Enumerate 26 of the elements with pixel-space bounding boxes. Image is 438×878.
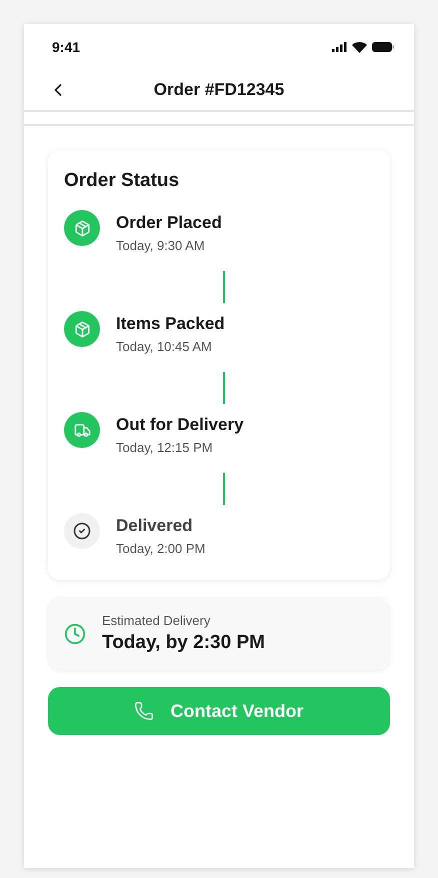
step-time: Today, 12:15 PM bbox=[116, 440, 214, 455]
timeline-connector bbox=[223, 271, 225, 303]
step-title: Items Packed bbox=[116, 314, 225, 334]
timeline-connector bbox=[223, 372, 225, 404]
step-title: Order Placed bbox=[116, 213, 222, 233]
estimate-label: Estimated Delivery bbox=[102, 613, 212, 628]
truck-icon bbox=[74, 422, 90, 438]
page-title: Order #FD12345 bbox=[154, 80, 284, 100]
package-icon bbox=[74, 220, 90, 236]
signal-icon bbox=[332, 42, 347, 52]
estimate-value: Today, by 2:30 PM bbox=[102, 632, 265, 654]
contact-vendor-button[interactable]: Contact Vendor bbox=[48, 687, 390, 735]
step-time: Today, 10:45 AM bbox=[116, 339, 213, 354]
battery-icon bbox=[372, 42, 394, 52]
step-time: Today, 2:00 PM bbox=[116, 541, 206, 556]
package-icon bbox=[74, 320, 90, 338]
timeline-connector bbox=[223, 473, 225, 505]
clock-icon bbox=[64, 622, 86, 644]
step-title: Out for Delivery bbox=[116, 415, 244, 435]
phone-icon bbox=[134, 701, 154, 721]
step-title: Delivered bbox=[116, 516, 194, 536]
status-time: 9:41 bbox=[52, 39, 80, 55]
check-circle-icon bbox=[73, 522, 91, 540]
step-time: Today, 9:30 AM bbox=[116, 238, 206, 253]
card-title: Order Status bbox=[64, 170, 180, 192]
wifi-icon bbox=[352, 42, 367, 52]
